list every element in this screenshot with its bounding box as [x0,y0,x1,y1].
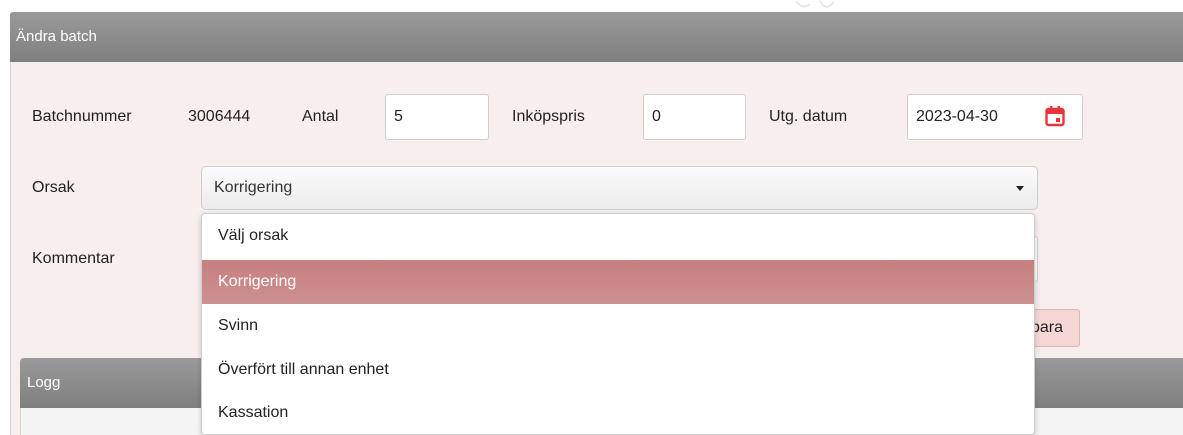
log-title: Logg [27,374,61,391]
panel-header: Ändra batch [10,12,1183,62]
antal-input[interactable]: 5 [385,94,489,140]
panel-title: Ändra batch [16,28,97,45]
dropdown-option-svinn[interactable]: Svinn [202,304,1034,348]
batchnummer-value: 3006444 [188,108,251,125]
edit-batch-page: Ändra batch Batchnummer 3006444 Antal 5 … [0,0,1183,435]
antal-label: Antal [302,108,339,125]
dropdown-option-kassation[interactable]: Kassation [202,391,1034,434]
batchnummer-label: Batchnummer [32,108,132,125]
calendar-icon[interactable] [1045,105,1065,127]
dropdown-option-korrigering[interactable]: Korrigering [202,260,1034,304]
inkopspris-label: Inköpspris [512,108,585,125]
orsak-dropdown-list: Välj orsak Korrigering Svinn Överfört ti… [201,213,1035,435]
inkopspris-input[interactable]: 0 [643,94,746,140]
orsak-selected-value: Korrigering [214,179,293,196]
utg-datum-label: Utg. datum [769,108,848,125]
dropdown-option-valj-orsak[interactable]: Välj orsak [202,214,1034,258]
orsak-select[interactable]: Korrigering [201,166,1038,210]
kommentar-label: Kommentar [32,250,115,267]
caret-down-icon [1016,186,1024,191]
watermark-mark [795,0,835,8]
dropdown-option-overfort[interactable]: Överfört till annan enhet [202,348,1034,392]
orsak-label: Orsak [32,179,75,196]
top-strip [0,0,1183,12]
